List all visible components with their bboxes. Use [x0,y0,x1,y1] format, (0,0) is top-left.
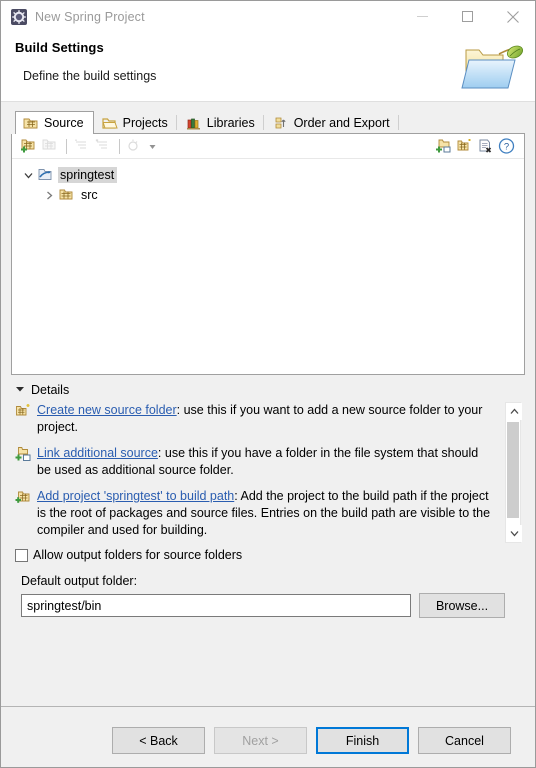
tree-item-src-label: src [81,188,98,202]
wizard-footer: < Back Next > Finish Cancel [1,707,535,767]
configure-dropdown-caret-icon [146,139,159,153]
tab-libraries-label: Libraries [206,115,255,130]
maximize-icon[interactable] [445,1,490,32]
close-icon[interactable] [490,1,535,32]
remove-entry-icon[interactable] [476,137,496,155]
create-new-source-folder-icon[interactable] [455,137,475,155]
minimize-icon[interactable] [400,1,445,32]
details-heading: Details [31,383,70,397]
window-controls [400,1,535,32]
add-project-to-build-path-icon [15,489,32,505]
link-additional-source-icon [15,446,32,462]
details-item-create-new-source-folder: Create new source folder: use this if yo… [15,402,525,436]
project-icon [37,167,54,183]
details-section-header[interactable]: Details [15,379,525,401]
link-source-icon [40,137,60,155]
next-button: Next > [214,727,307,754]
tab-order-and-export[interactable]: Order and Export [265,111,400,133]
allow-output-folders-label: Allow output folders for source folders [33,548,243,562]
wizard-header: Build Settings Define the build settings [1,32,535,102]
scroll-down-icon[interactable] [506,525,522,542]
configure-icon [125,137,145,155]
link-additional-source-icon[interactable] [434,137,454,155]
details-link-link-additional-source[interactable]: Link additional source [37,446,158,460]
allow-output-folders-checkbox[interactable] [15,548,28,562]
details-scrollbar[interactable] [505,402,522,543]
source-entries-panel: ? springtest src [11,134,525,375]
open-folder-icon [102,116,118,130]
toolbar-separator-2 [119,138,120,154]
back-button[interactable]: < Back [112,727,205,754]
source-folder-icon [58,187,75,203]
source-tree[interactable]: springtest src [12,159,524,205]
details-link-add-project-to-build-path[interactable]: Add project 'springtest' to build path [37,489,234,503]
folder-leaf-icon [459,38,525,92]
tab-projects-label: Projects [122,115,168,130]
chevron-down-icon[interactable] [20,171,37,180]
svg-text:?: ? [504,142,509,153]
tree-item-springtest[interactable]: springtest [20,165,524,185]
finish-button[interactable]: Finish [316,727,409,754]
tab-bar: Source Projects Libraries Order and Expo… [15,111,525,134]
tab-source-label: Source [44,115,84,130]
toolbar-separator [66,138,67,154]
chevron-right-icon[interactable] [41,191,58,200]
scroll-up-icon[interactable] [506,403,522,420]
page-title: Build Settings [15,40,104,55]
details-panel: Create new source folder: use this if yo… [11,402,525,543]
browse-button[interactable]: Browse... [419,593,505,618]
tab-order-export-label: Order and Export [293,115,390,130]
help-icon[interactable]: ? [497,137,517,155]
add-folder-icon[interactable] [19,137,39,155]
create-new-source-folder-icon [15,403,32,419]
title-bar: New Spring Project [1,1,535,32]
dialog-body: Source Projects Libraries Order and Expo… [1,102,535,618]
tab-projects[interactable]: Projects [94,111,178,133]
details-item-add-project-to-build-path: Add project 'springtest' to build path: … [15,488,525,539]
default-output-folder-label: Default output folder: [21,574,138,588]
order-export-icon [273,116,289,130]
tree-item-src[interactable]: src [20,185,524,205]
tree-item-springtest-label: springtest [58,167,118,183]
details-expand-triangle-icon[interactable] [15,383,25,397]
cancel-button[interactable]: Cancel [418,727,511,754]
details-item-link-additional-source: Link additional source: use this if you … [15,445,525,479]
books-icon [186,116,202,130]
dialog-window: New Spring Project Build Settings Define… [0,0,536,768]
panel-toolbar: ? [12,134,524,159]
details-scrollbar-thumb[interactable] [507,422,519,518]
spring-gear-icon [11,8,27,25]
allow-output-folders-row[interactable]: Allow output folders for source folders [15,548,525,562]
default-output-folder-row: springtest/bin Browse... [21,593,525,618]
default-output-folder-input[interactable]: springtest/bin [21,594,411,617]
edit-filters-icon [72,137,92,155]
details-link-create-new-source-folder[interactable]: Create new source folder [37,403,177,417]
tab-source[interactable]: Source [15,111,94,134]
window-title: New Spring Project [35,9,145,24]
source-folder-icon [23,116,39,130]
remove-filters-icon [93,137,113,155]
tab-libraries[interactable]: Libraries [178,111,265,133]
